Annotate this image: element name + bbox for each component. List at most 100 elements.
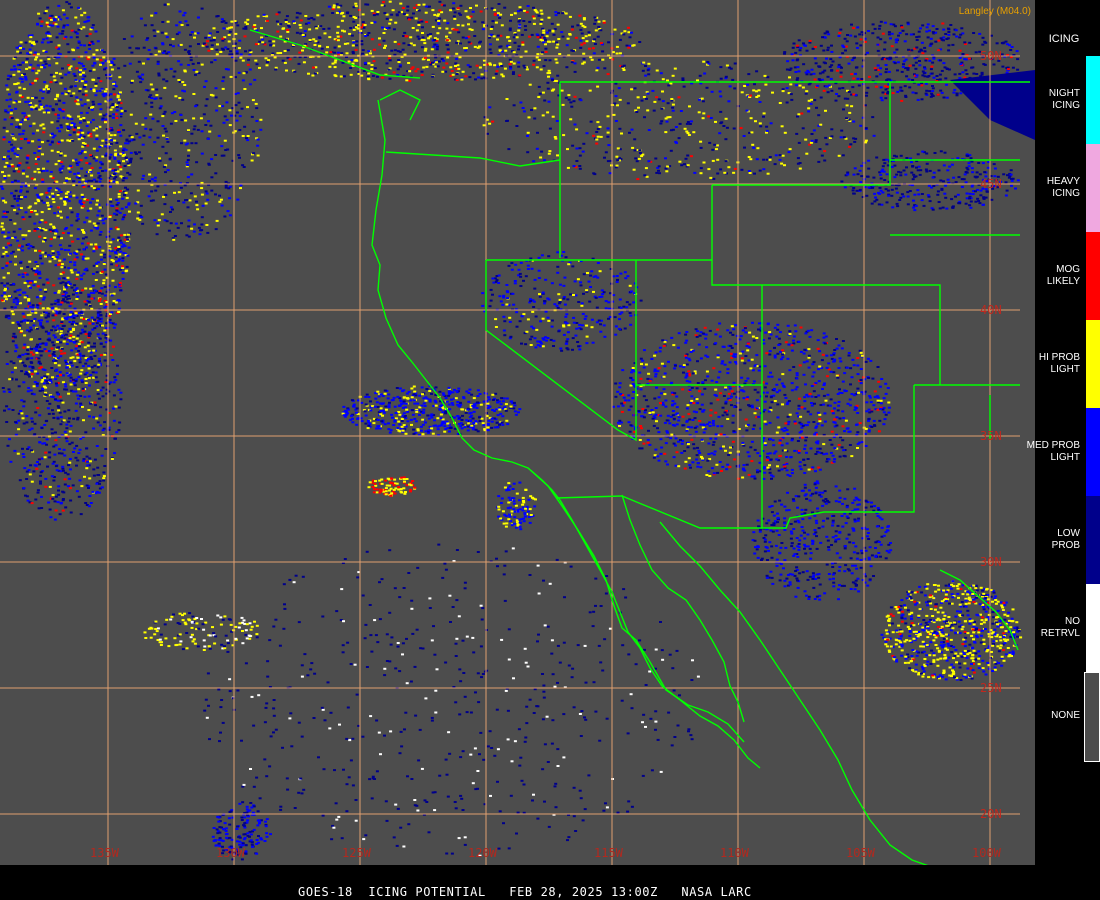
icing-pixel bbox=[82, 135, 86, 138]
icing-pixel bbox=[543, 159, 546, 162]
icing-pixel bbox=[80, 80, 84, 83]
icing-pixel bbox=[46, 307, 50, 310]
icing-pixel bbox=[254, 102, 258, 105]
icing-pixel bbox=[765, 125, 769, 128]
icing-pixel bbox=[27, 387, 31, 389]
icing-pixel bbox=[92, 349, 96, 352]
icing-pixel bbox=[798, 84, 802, 87]
icing-pixel bbox=[352, 41, 356, 44]
icing-pixel bbox=[496, 38, 499, 41]
icing-pixel bbox=[31, 304, 35, 307]
icing-pixel bbox=[224, 21, 228, 24]
icing-pixel bbox=[39, 474, 42, 477]
icing-pixel bbox=[367, 32, 371, 34]
icing-pixel bbox=[21, 61, 25, 64]
icing-pixel bbox=[719, 95, 723, 98]
icing-pixel bbox=[98, 424, 102, 427]
icing-pixel bbox=[312, 38, 316, 41]
icing-pixel bbox=[44, 229, 48, 232]
icing-pixel bbox=[48, 143, 52, 146]
icing-pixel bbox=[747, 73, 751, 76]
icing-pixel bbox=[114, 286, 117, 288]
icing-pixel bbox=[410, 16, 414, 19]
icing-pixel bbox=[15, 346, 19, 349]
icing-pixel bbox=[33, 381, 37, 383]
icing-pixel bbox=[391, 9, 395, 12]
icing-pixel bbox=[944, 184, 947, 187]
icing-pixel bbox=[801, 86, 805, 89]
icing-pixel bbox=[18, 244, 21, 247]
icing-pixel bbox=[178, 97, 182, 99]
icing-pixel bbox=[642, 61, 646, 64]
icing-pixel bbox=[564, 96, 568, 99]
icing-pixel bbox=[46, 407, 50, 410]
icing-pixel bbox=[923, 67, 927, 70]
icing-pixel bbox=[8, 141, 12, 143]
icing-pixel bbox=[25, 470, 29, 473]
icing-pixel bbox=[895, 173, 899, 176]
icing-pixel bbox=[885, 57, 889, 60]
icing-pixel bbox=[837, 35, 841, 37]
icing-pixel bbox=[655, 96, 659, 99]
icing-pixel bbox=[80, 274, 84, 277]
icing-pixel bbox=[702, 112, 706, 115]
icing-pixel bbox=[41, 307, 45, 310]
icing-pixel bbox=[28, 428, 32, 431]
icing-pixel bbox=[37, 507, 41, 510]
icing-pixel bbox=[508, 58, 512, 61]
icing-pixel bbox=[54, 81, 58, 84]
icing-pixel bbox=[38, 270, 41, 273]
icing-pixel bbox=[116, 163, 120, 166]
icing-pixel bbox=[195, 70, 199, 73]
icing-pixel bbox=[677, 96, 681, 99]
icing-pixel bbox=[163, 3, 167, 6]
icing-pixel bbox=[119, 289, 123, 292]
icing-pixel bbox=[196, 128, 200, 131]
icing-pixel bbox=[82, 237, 85, 240]
icing-pixel bbox=[222, 154, 226, 157]
icing-pixel bbox=[64, 93, 68, 96]
icing-pixel bbox=[28, 473, 32, 476]
icing-pixel bbox=[41, 442, 45, 445]
icing-pixel bbox=[112, 88, 116, 91]
icing-pixel bbox=[422, 39, 426, 42]
icing-pixel bbox=[884, 71, 888, 74]
icing-pixel bbox=[55, 180, 59, 183]
icing-pixel bbox=[70, 29, 74, 32]
icing-pixel bbox=[548, 59, 552, 62]
icing-pixel bbox=[578, 147, 582, 150]
icing-pixel bbox=[912, 199, 915, 202]
icing-pixel bbox=[65, 343, 69, 345]
icing-pixel bbox=[387, 68, 391, 71]
icing-pixel bbox=[920, 98, 924, 101]
icing-pixel bbox=[69, 376, 73, 379]
icing-pixel bbox=[739, 127, 743, 130]
icing-pixel bbox=[224, 184, 228, 187]
icing-pixel bbox=[224, 180, 228, 183]
icing-pixel bbox=[969, 206, 973, 209]
icing-pixel bbox=[545, 31, 549, 34]
icing-pixel bbox=[931, 61, 935, 64]
icing-pixel bbox=[919, 27, 922, 30]
icing-pixel bbox=[771, 91, 774, 94]
icing-pixel bbox=[92, 157, 96, 160]
icing-pixel bbox=[327, 27, 331, 30]
icing-pixel bbox=[461, 36, 465, 39]
icing-pixel bbox=[661, 100, 665, 103]
icing-pixel bbox=[30, 357, 34, 360]
icing-pixel bbox=[926, 194, 930, 197]
icing-pixel bbox=[503, 67, 507, 70]
icing-pixel bbox=[957, 176, 961, 179]
icing-pixel bbox=[75, 298, 79, 300]
icing-pixel bbox=[104, 217, 107, 220]
icing-pixel bbox=[308, 28, 312, 31]
icing-pixel bbox=[603, 156, 606, 159]
icing-pixel bbox=[580, 32, 584, 35]
icing-pixel bbox=[302, 61, 306, 64]
icing-pixel bbox=[79, 98, 83, 101]
icing-pixel bbox=[102, 51, 106, 53]
icing-pixel bbox=[247, 58, 251, 61]
icing-pixel bbox=[86, 99, 90, 102]
icing-pixel bbox=[87, 505, 91, 508]
icing-pixel bbox=[579, 99, 583, 102]
